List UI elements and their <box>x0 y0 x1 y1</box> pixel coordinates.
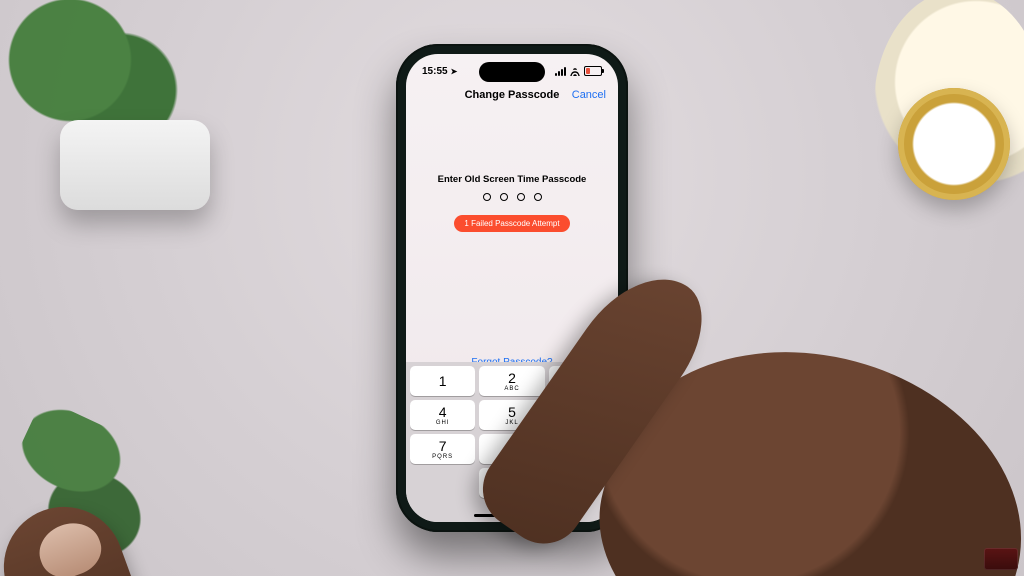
passcode-dot <box>534 193 542 201</box>
key-4[interactable]: 4 GHI <box>410 400 475 430</box>
passcode-dot <box>483 193 491 201</box>
cellular-signal-icon <box>555 67 566 76</box>
key-letters: TUV <box>504 454 519 460</box>
key-digit: 2 <box>508 371 516 385</box>
key-digit: 7 <box>439 439 447 453</box>
passcode-dot <box>500 193 508 201</box>
dynamic-island <box>479 62 545 82</box>
key-letters: DEF <box>574 386 589 392</box>
backspace-icon <box>572 476 590 490</box>
cancel-button[interactable]: Cancel <box>572 89 606 101</box>
error-badge: 1 Failed Passcode Attempt <box>454 215 569 232</box>
passcode-prompt: Enter Old Screen Time Passcode <box>438 174 587 185</box>
numeric-keypad: 1 2 ABC 3 DEF 4 GHI 5 JKL <box>406 362 618 522</box>
passcode-dot <box>517 193 525 201</box>
key-letters: WXYZ <box>571 454 592 460</box>
status-time: 15:55 <box>422 66 448 77</box>
key-letters: GHI <box>436 420 450 426</box>
key-digit: 6 <box>577 405 585 419</box>
key-letters: PQRS <box>432 454 453 460</box>
key-digit: 3 <box>577 371 585 385</box>
key-digit: 5 <box>508 405 516 419</box>
desk-clock <box>898 88 1010 200</box>
key-0[interactable]: 0 <box>479 468 544 498</box>
key-digit: 0 <box>508 476 516 490</box>
plant-pot <box>60 120 210 210</box>
passcode-content: Enter Old Screen Time Passcode 1 Failed … <box>406 174 618 232</box>
nav-title: Change Passcode <box>465 89 560 101</box>
key-2[interactable]: 2 ABC <box>479 366 544 396</box>
watermark-badge <box>984 548 1018 570</box>
key-6[interactable]: 6 MNO <box>549 400 614 430</box>
home-indicator[interactable] <box>474 514 550 518</box>
phone-screen: 15:55 ➤ Change Passcode Cancel Enter Old… <box>406 54 618 522</box>
backspace-key[interactable] <box>549 468 614 498</box>
passcode-dots <box>483 193 542 201</box>
leaf-decor <box>0 398 188 574</box>
key-letters: ABC <box>504 386 519 392</box>
key-1[interactable]: 1 <box>410 366 475 396</box>
plant-decor <box>0 0 220 200</box>
key-7[interactable]: 7 PQRS <box>410 434 475 464</box>
key-digit: 9 <box>577 439 585 453</box>
key-digit: 4 <box>439 405 447 419</box>
key-5[interactable]: 5 JKL <box>479 400 544 430</box>
key-digit: 8 <box>508 439 516 453</box>
key-9[interactable]: 9 WXYZ <box>549 434 614 464</box>
key-blank <box>410 468 475 498</box>
key-3[interactable]: 3 DEF <box>549 366 614 396</box>
key-letters: JKL <box>505 420 518 426</box>
location-arrow-icon: ➤ <box>451 67 458 76</box>
wifi-icon <box>570 66 580 76</box>
desk-scene: 15:55 ➤ Change Passcode Cancel Enter Old… <box>0 0 1024 576</box>
key-8[interactable]: 8 TUV <box>479 434 544 464</box>
battery-icon <box>584 66 602 76</box>
nav-bar: Change Passcode Cancel <box>406 84 618 106</box>
iphone-frame: 15:55 ➤ Change Passcode Cancel Enter Old… <box>396 44 628 532</box>
vase-decor <box>874 0 1024 220</box>
key-digit: 1 <box>439 374 447 388</box>
key-letters: MNO <box>573 420 590 426</box>
